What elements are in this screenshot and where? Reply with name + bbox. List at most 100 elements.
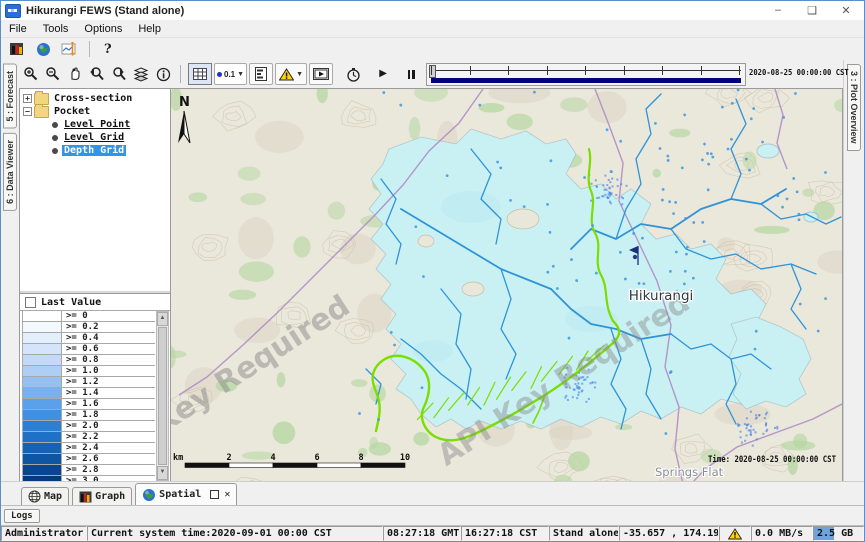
legend-row[interactable]: >= 1.8 bbox=[23, 410, 155, 421]
legend-swatch bbox=[23, 421, 62, 431]
collapse-icon[interactable]: − bbox=[23, 107, 32, 116]
tab-close-icon[interactable]: ✕ bbox=[224, 489, 230, 500]
legend-row[interactable]: >= 1.6 bbox=[23, 399, 155, 410]
tab-map[interactable]: Map bbox=[21, 487, 69, 505]
status-warning[interactable] bbox=[719, 526, 751, 541]
status-system-time: Current system time:2020-09-01 00:00 CST bbox=[87, 526, 383, 541]
legend-row[interactable]: >= 0.6 bbox=[23, 344, 155, 355]
menu-help[interactable]: Help bbox=[130, 22, 169, 36]
menu-options[interactable]: Options bbox=[76, 22, 130, 36]
legend-row[interactable]: >= 1.0 bbox=[23, 366, 155, 377]
legend-swatch bbox=[23, 388, 62, 398]
legend-label: >= 2.8 bbox=[62, 465, 155, 475]
warning-icon bbox=[728, 528, 742, 540]
legend-row[interactable]: >= 2.2 bbox=[23, 432, 155, 443]
bottom-tab-bar: Map Graph Spatial ✕ bbox=[1, 481, 864, 505]
legend-row[interactable]: >= 2.8 bbox=[23, 465, 155, 476]
play-icon[interactable]: ▶ bbox=[373, 64, 393, 84]
legend-label: >= 1.0 bbox=[62, 366, 155, 376]
pan-hand-icon[interactable] bbox=[65, 64, 85, 84]
zoom-previous-icon[interactable] bbox=[87, 64, 107, 84]
legend-row[interactable]: >= 1.4 bbox=[23, 388, 155, 399]
legend-row[interactable]: >= 0.4 bbox=[23, 333, 155, 344]
scroll-thumb[interactable] bbox=[158, 327, 167, 465]
legend-row[interactable]: >= 2.6 bbox=[23, 454, 155, 465]
warning-dropdown-icon[interactable]: ▼ bbox=[275, 63, 307, 85]
legend-label: >= 1.2 bbox=[62, 377, 155, 387]
tab-forecast[interactable]: 5 : Forecast bbox=[3, 64, 17, 129]
layers-icon[interactable] bbox=[131, 64, 151, 84]
logs-row: Logs bbox=[1, 505, 864, 525]
legend-swatch bbox=[23, 432, 62, 442]
profile-display-icon[interactable] bbox=[249, 63, 273, 85]
globe-icon bbox=[142, 488, 156, 502]
zoom-out-icon[interactable] bbox=[43, 64, 63, 84]
time-slider-range bbox=[431, 78, 741, 83]
data-viewer-panel: + Cross-section − Pocket Level P bbox=[19, 88, 171, 481]
status-network-speed: 0.0 MB/s bbox=[751, 526, 813, 541]
dot-icon bbox=[217, 72, 222, 77]
database-icon[interactable] bbox=[7, 39, 27, 59]
menu-file[interactable]: File bbox=[1, 22, 35, 36]
logs-button[interactable]: Logs bbox=[4, 509, 40, 523]
tree-item-level-point[interactable]: Level Point bbox=[23, 118, 170, 131]
maximize-button[interactable]: ❑ bbox=[806, 4, 818, 17]
legend-scrollbar[interactable]: ▲ ▼ bbox=[156, 311, 169, 481]
status-bar: Administrator Current system time:2020-0… bbox=[1, 525, 864, 541]
timer-icon[interactable] bbox=[343, 64, 363, 84]
wire-globe-icon bbox=[28, 490, 41, 503]
app-logo-icon bbox=[5, 4, 21, 18]
scroll-up-icon[interactable]: ▲ bbox=[157, 312, 168, 326]
tab-spatial[interactable]: Spatial ✕ bbox=[135, 483, 237, 505]
status-coordinates: -35.657 , 174.199 bbox=[619, 526, 719, 541]
legend-swatch bbox=[23, 344, 62, 354]
tab-graph[interactable]: Graph bbox=[72, 487, 132, 505]
legend-row[interactable]: >= 3.0 bbox=[23, 476, 155, 481]
bullet-icon bbox=[52, 122, 58, 128]
filter-tree: + Cross-section − Pocket Level P bbox=[20, 89, 170, 293]
contour-interval-dropdown[interactable]: 0.1 ▼ bbox=[214, 63, 247, 85]
animation-icon[interactable] bbox=[309, 63, 333, 85]
close-button[interactable]: ✕ bbox=[840, 4, 852, 17]
legend-panel: Last Value >= 0>= 0.2>= 0.4>= 0.6>= 0.8>… bbox=[20, 293, 170, 481]
pause-icon[interactable] bbox=[401, 64, 421, 84]
info-icon[interactable] bbox=[153, 64, 173, 84]
grid-display-icon[interactable] bbox=[188, 63, 212, 85]
legend-row[interactable]: >= 2.0 bbox=[23, 421, 155, 432]
spatial-map-view[interactable]: API Key Required API Key Required Hikura… bbox=[171, 88, 843, 481]
legend-swatch bbox=[23, 443, 62, 453]
tree-item-pocket[interactable]: − Pocket bbox=[23, 105, 170, 118]
timeseries-chart-icon[interactable] bbox=[59, 39, 79, 59]
scroll-down-icon[interactable]: ▼ bbox=[157, 466, 168, 480]
legend-swatch bbox=[23, 366, 62, 376]
minimize-button[interactable]: – bbox=[772, 4, 784, 17]
bar-chart-icon bbox=[79, 491, 92, 503]
zoom-next-icon[interactable] bbox=[109, 64, 129, 84]
current-timestep-label: 2020-08-25 00:00:00 CST bbox=[749, 68, 849, 77]
last-value-checkbox[interactable] bbox=[25, 297, 36, 308]
legend-row[interactable]: >= 0.2 bbox=[23, 322, 155, 333]
zoom-in-icon[interactable] bbox=[21, 64, 41, 84]
time-slider[interactable] bbox=[426, 63, 746, 86]
tree-item-level-grid[interactable]: Level Grid bbox=[23, 131, 170, 144]
menu-tools[interactable]: Tools bbox=[35, 22, 77, 36]
tree-item-depth-grid[interactable]: Depth Grid bbox=[23, 144, 170, 157]
expand-icon[interactable]: + bbox=[23, 94, 32, 103]
legend-swatch bbox=[23, 399, 62, 409]
help-icon[interactable]: ? bbox=[100, 42, 116, 57]
legend-row[interactable]: >= 0 bbox=[23, 311, 155, 322]
tab-data-viewer[interactable]: 6 : Data Viewer bbox=[3, 133, 17, 211]
globe-icon[interactable] bbox=[33, 39, 53, 59]
tree-item-cross-section[interactable]: + Cross-section bbox=[23, 92, 170, 105]
legend-row[interactable]: >= 1.2 bbox=[23, 377, 155, 388]
legend-label: >= 0.4 bbox=[62, 333, 155, 343]
legend-label: >= 0.6 bbox=[62, 344, 155, 354]
tab-maximize-icon[interactable] bbox=[210, 490, 219, 499]
legend-row[interactable]: >= 2.4 bbox=[23, 443, 155, 454]
tab-plot-overview[interactable]: 3 : Plot Overview bbox=[847, 64, 861, 151]
scale-tick-label: 6 bbox=[314, 453, 319, 463]
legend-row[interactable]: >= 0.8 bbox=[23, 355, 155, 366]
main-toolbar: ? bbox=[1, 38, 864, 60]
legend-label: >= 2.6 bbox=[62, 454, 155, 464]
legend-label: >= 2.4 bbox=[62, 443, 155, 453]
